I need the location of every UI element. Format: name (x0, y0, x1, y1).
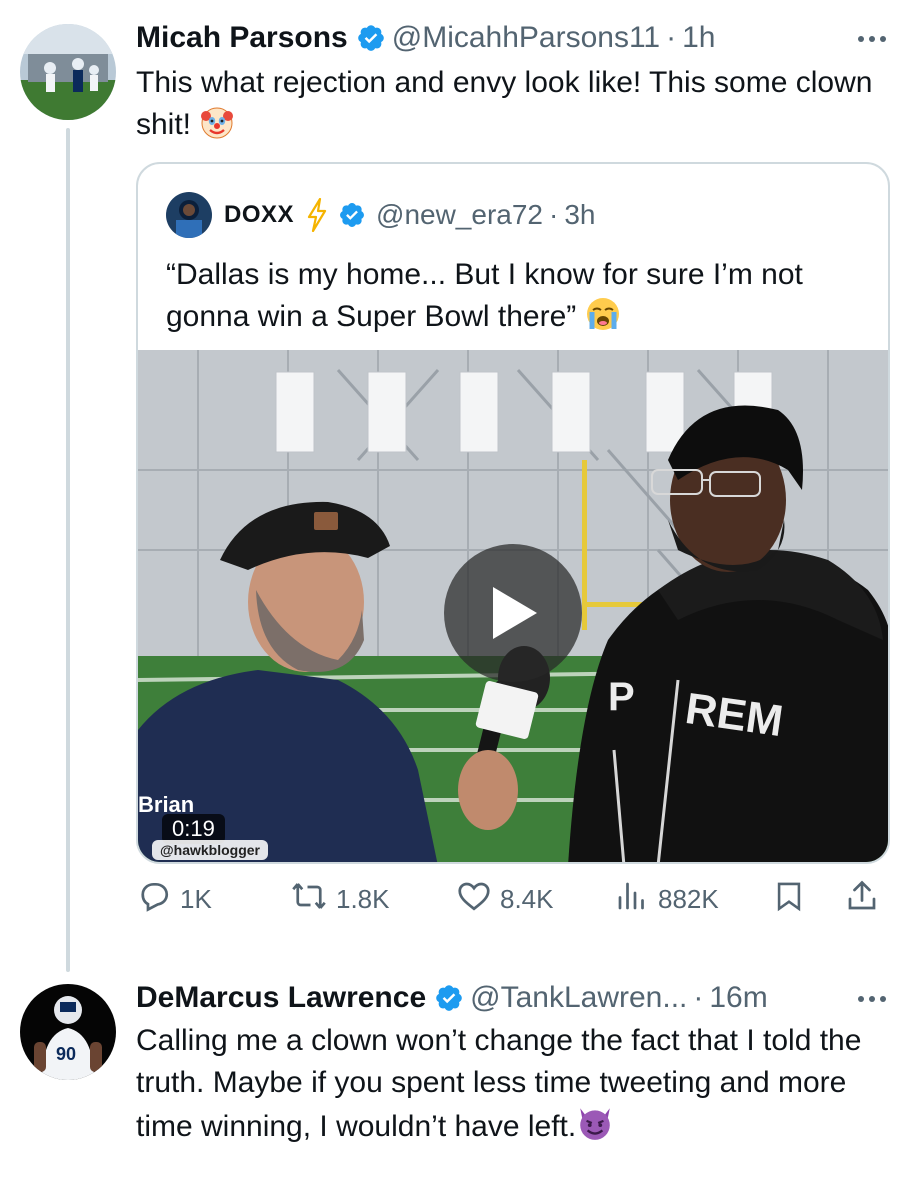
loudly-crying-face-icon (585, 296, 621, 344)
reply-icon (136, 878, 172, 921)
play-button-icon[interactable] (444, 544, 582, 682)
share-button[interactable] (844, 878, 880, 921)
like-count: 8.4K (500, 884, 554, 914)
tweet-text: This what rejection and envy look like! … (136, 62, 876, 152)
quoted-header: DOXX @new_era72 · 3h (166, 192, 595, 238)
more-options-icon[interactable] (858, 36, 886, 42)
quoted-tweet[interactable]: DOXX @new_era72 · 3h “Dallas is my home.… (136, 162, 890, 864)
tweet-text-content: Calling me a clown won’t change the fact… (136, 1024, 862, 1143)
tweet-action-bar: 1K 1.8K 8.4K 882K (136, 878, 886, 930)
author-handle[interactable]: @TankLawren... (470, 980, 687, 1016)
tweet-micah-parsons[interactable]: Micah Parsons @MicahhParsons11 · 1h This… (0, 0, 910, 972)
avatar-doxx[interactable] (166, 192, 212, 238)
verified-badge-icon (338, 201, 366, 229)
reply-button[interactable]: 1K (136, 878, 212, 921)
timestamp[interactable]: 16m (709, 980, 767, 1016)
timestamp[interactable]: 1h (682, 20, 715, 56)
views-button[interactable]: 882K (614, 878, 719, 921)
repost-icon (290, 878, 328, 921)
video-watermark: @hawkblogger (152, 840, 268, 860)
views-count: 882K (658, 884, 719, 914)
quoted-author-handle[interactable]: @new_era72 (376, 199, 543, 231)
bookmark-icon (772, 878, 806, 921)
smiling-face-with-horns-icon (576, 1104, 614, 1154)
quoted-text-content: “Dallas is my home... But I know for sur… (166, 258, 803, 333)
tweet-demarcus-lawrence[interactable]: 90 DeMarcus Lawrence @TankLawren... · 16… (0, 972, 910, 1200)
avatar-micah-parsons[interactable] (20, 24, 116, 120)
svg-text:P: P (608, 675, 635, 719)
repost-count: 1.8K (336, 884, 390, 914)
views-icon (614, 878, 650, 921)
lightning-bolt-icon (306, 198, 328, 232)
quoted-text: “Dallas is my home... But I know for sur… (166, 254, 856, 344)
tweet-header: Micah Parsons @MicahhParsons11 · 1h (136, 20, 715, 56)
separator-dot: · (549, 199, 559, 230)
verified-badge-icon (356, 23, 386, 53)
clown-face-icon (199, 104, 235, 152)
tweet-text: Calling me a clown won’t change the fact… (136, 1020, 876, 1154)
thread-line (66, 128, 70, 972)
avatar-demarcus-lawrence[interactable]: 90 (20, 984, 116, 1080)
separator-dot: · (693, 981, 704, 1014)
like-button[interactable]: 8.4K (456, 878, 554, 921)
quoted-timestamp[interactable]: 3h (564, 199, 595, 231)
reply-count: 1K (180, 884, 212, 914)
svg-text:90: 90 (56, 1044, 76, 1064)
tweet-text-content: This what rejection and envy look like! … (136, 66, 873, 141)
video-player[interactable]: REM P Brian 0:19 @hawkblogger (138, 350, 888, 862)
share-icon (844, 878, 880, 921)
heart-icon (456, 878, 492, 921)
bookmark-button[interactable] (772, 878, 806, 921)
tweet-header: DeMarcus Lawrence @TankLawren... · 16m (136, 980, 768, 1016)
verified-badge-icon (434, 983, 464, 1013)
quoted-author-name[interactable]: DOXX (224, 201, 294, 229)
repost-button[interactable]: 1.8K (290, 878, 390, 921)
author-name[interactable]: DeMarcus Lawrence (136, 980, 426, 1016)
separator-dot: · (666, 21, 677, 54)
author-handle[interactable]: @MicahhParsons11 (392, 20, 660, 56)
author-name[interactable]: Micah Parsons (136, 20, 348, 56)
more-options-icon[interactable] (858, 996, 886, 1002)
